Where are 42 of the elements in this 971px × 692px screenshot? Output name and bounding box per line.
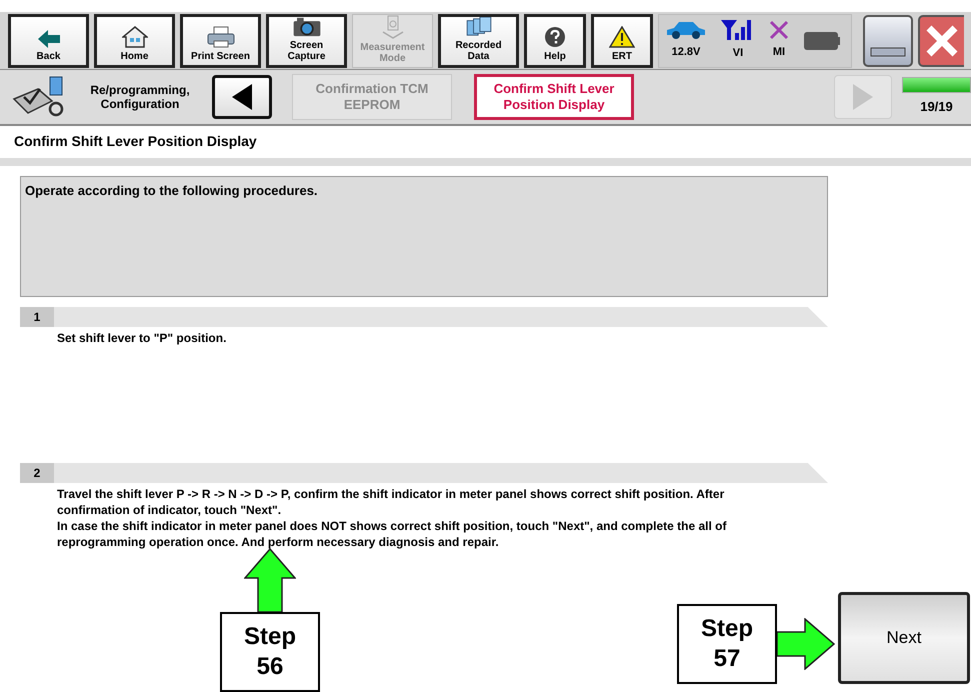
toolbar-button[interactable]: Back <box>8 14 89 68</box>
progress-label: 19/19 <box>920 98 953 116</box>
toolbar-button[interactable]: ERT <box>591 14 653 68</box>
breadcrumb-step[interactable]: Confirm Shift Lever Position Display <box>474 74 634 120</box>
cross-icon <box>769 20 789 40</box>
step-instruction: Travel the shift lever P -> R -> N -> D -> P, confirm the shift indicator in meter panel shows correct shift position. After confirmation of indicator, touch "Next". <box>57 486 726 518</box>
toolbar-button[interactable]: Help <box>524 14 586 68</box>
toolbar-button[interactable]: Screen Capture <box>266 14 347 68</box>
house-icon <box>122 26 148 48</box>
warning-icon <box>609 26 635 48</box>
step-number: 2 <box>20 463 54 483</box>
step-instruction: In case the shift indicator in meter panel does NOT shows correct shift position, touch "Next", and complete the all of reprogramming operation once. And perform necessary diagnosis and repair. <box>57 518 728 550</box>
status-label: VI <box>732 46 744 62</box>
step-instruction: Set shift lever to "P" position. <box>57 330 228 346</box>
up-arrow-icon <box>244 548 296 612</box>
status-label: 12.8V <box>672 45 700 60</box>
minimize-button[interactable] <box>863 14 913 66</box>
close-button[interactable] <box>918 14 964 66</box>
step-number: 1 <box>20 307 54 327</box>
instruction-text: Operate according to the following procedures. <box>25 183 318 198</box>
left-arrow-icon <box>38 30 60 48</box>
right-arrow-icon <box>777 618 835 670</box>
printer-icon <box>206 26 236 48</box>
step-callout: Step 57 <box>677 604 777 684</box>
toolbar-button[interactable]: Home <box>94 14 175 68</box>
help-icon <box>544 26 566 48</box>
page-title: Confirm Shift Lever Position Display <box>14 133 257 149</box>
status-label: MI <box>772 45 786 60</box>
meter-icon <box>380 14 404 38</box>
car-icon <box>665 20 707 40</box>
section-label: Re/programming, Configuration <box>89 83 191 111</box>
battery-icon <box>803 30 841 50</box>
back-step-button[interactable] <box>212 75 272 119</box>
toolbar-button[interactable]: Print Screen <box>180 14 261 68</box>
step-callout: Step 56 <box>220 612 320 692</box>
minimize-icon <box>870 46 906 56</box>
folders-icon <box>464 16 494 36</box>
right-triangle-icon <box>852 83 874 111</box>
toolbar-button[interactable]: Recorded Data <box>438 14 519 68</box>
close-icon <box>925 24 959 58</box>
next-button[interactable]: Next <box>838 592 970 684</box>
left-triangle-icon <box>231 83 253 111</box>
